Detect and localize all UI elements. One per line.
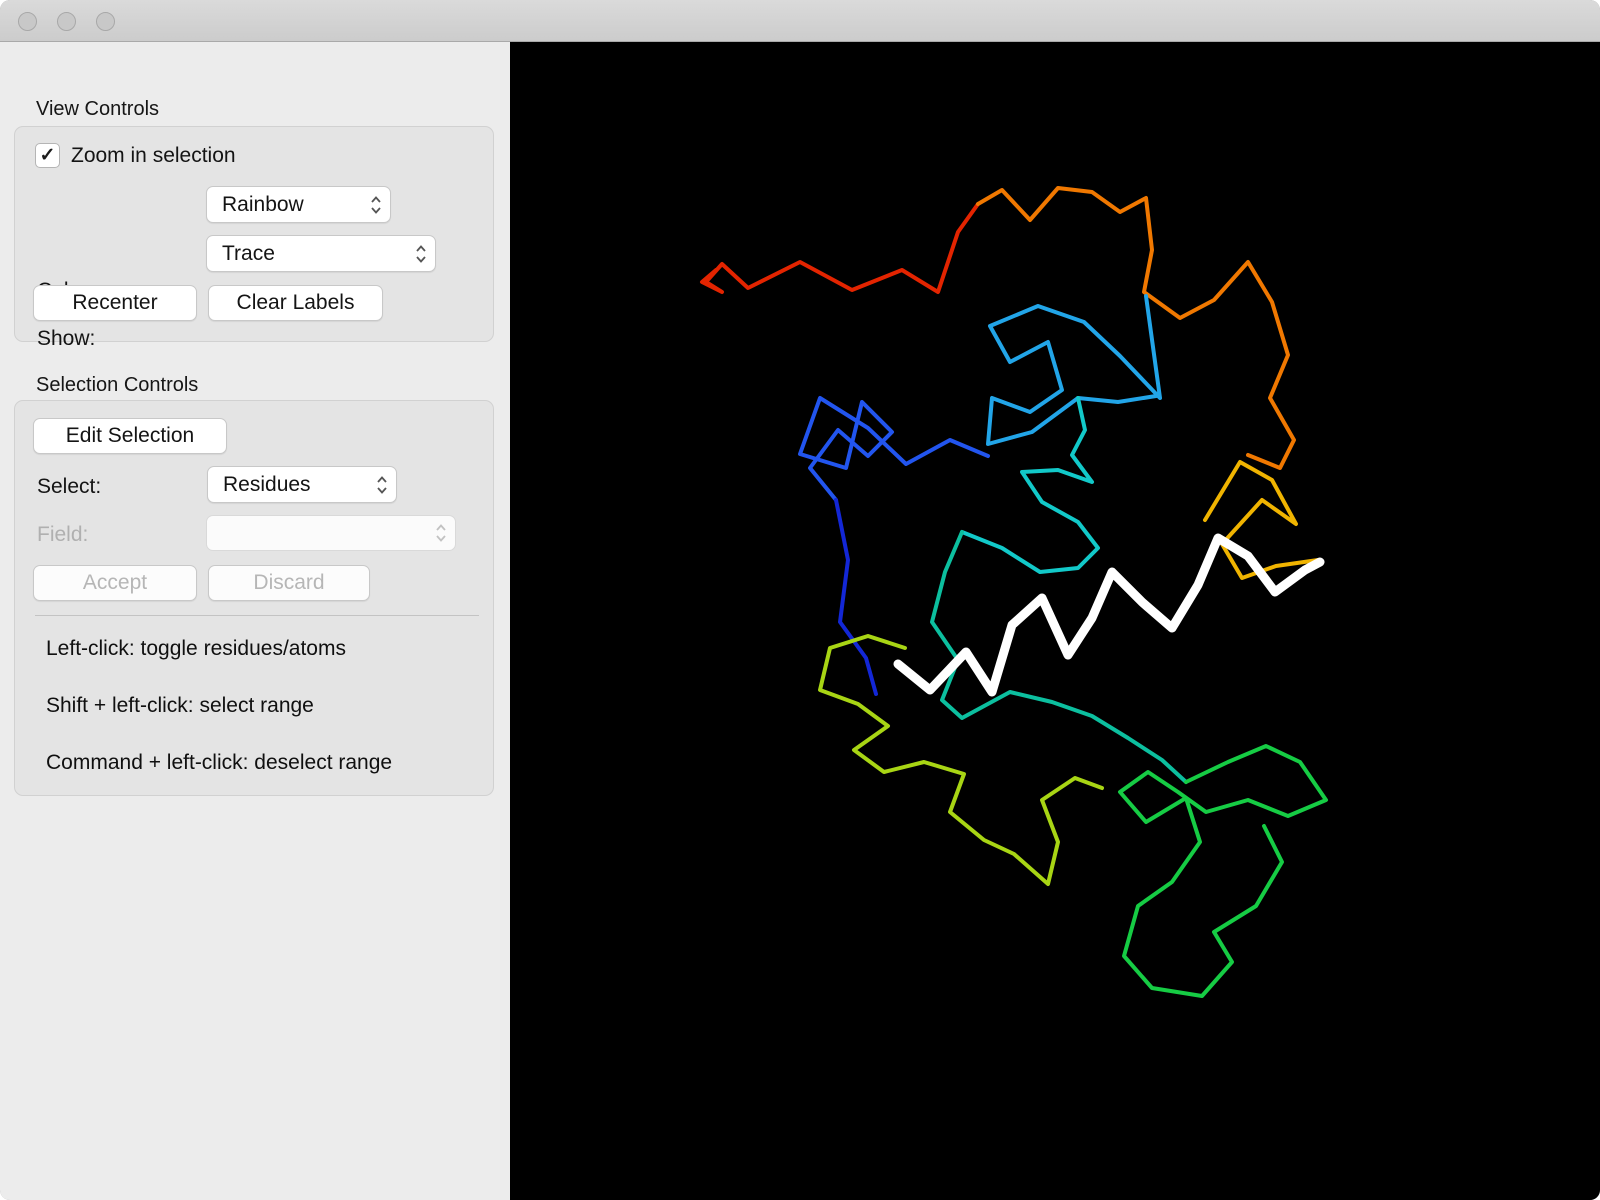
sidebar: View Controls ✓ Zoom in selection Color:… [0,42,510,1200]
app-window: View Controls ✓ Zoom in selection Color:… [0,0,1600,1200]
chevron-updown-icon [371,195,381,214]
traffic-lights [18,12,115,31]
view-controls-heading: View Controls [36,98,160,120]
chevron-updown-icon [377,475,387,494]
molecule-trace [700,186,1328,998]
trace-segment-selection-white [893,533,1325,697]
zoom-in-selection-label: Zoom in selection [71,143,236,167]
zoom-button[interactable] [96,12,115,31]
help-line-left-click: Left-click: toggle residues/atoms [46,637,346,660]
trace-segment-red [700,202,980,294]
selection-controls-panel: Edit Selection Select: Residues Field: A… [14,400,494,796]
accept-button: Accept [33,565,197,601]
trace-segment-green [1118,744,1328,998]
view-controls-panel: ✓ Zoom in selection Color: Rainbow Show:… [14,126,494,350]
help-line-command-click: Command + left-click: deselect range [46,751,393,774]
show-label: Show: [37,327,96,350]
trace-segment-blue [798,396,990,502]
field-dropdown [206,515,456,551]
trace-segment-gold [1203,460,1320,580]
select-dropdown-value: Residues [223,472,311,496]
close-button[interactable] [18,12,37,31]
trace-segment-sky-blue [986,294,1162,446]
discard-button: Discard [208,565,370,601]
select-label: Select: [37,475,102,498]
trace-segment-dark-blue [834,498,878,696]
edit-selection-button[interactable]: Edit Selection [33,418,227,454]
trace-segment-orange [976,186,1296,470]
molecule-viewer[interactable] [510,42,1600,1200]
color-dropdown-value: Rainbow [222,192,304,216]
help-line-shift-click: Shift + left-click: select range [46,694,314,717]
checkbox-checked-icon[interactable]: ✓ [35,143,60,168]
color-dropdown[interactable]: Rainbow [206,186,391,223]
select-dropdown[interactable]: Residues [207,466,397,503]
zoom-in-selection-checkbox[interactable]: ✓ Zoom in selection [35,143,236,168]
show-dropdown-value: Trace [222,241,275,265]
selection-controls-heading: Selection Controls [36,374,199,396]
recenter-button[interactable]: Recenter [33,285,197,321]
trace-segment-yellow-green [818,634,1104,886]
trace-segment-cyan [960,396,1100,574]
minimize-button[interactable] [57,12,76,31]
clear-labels-button[interactable]: Clear Labels [208,285,383,321]
titlebar[interactable] [0,0,1600,42]
field-label: Field: [37,523,89,546]
chevron-updown-icon [416,244,426,263]
show-dropdown[interactable]: Trace [206,235,436,272]
chevron-updown-icon [436,524,446,542]
divider [35,615,479,616]
